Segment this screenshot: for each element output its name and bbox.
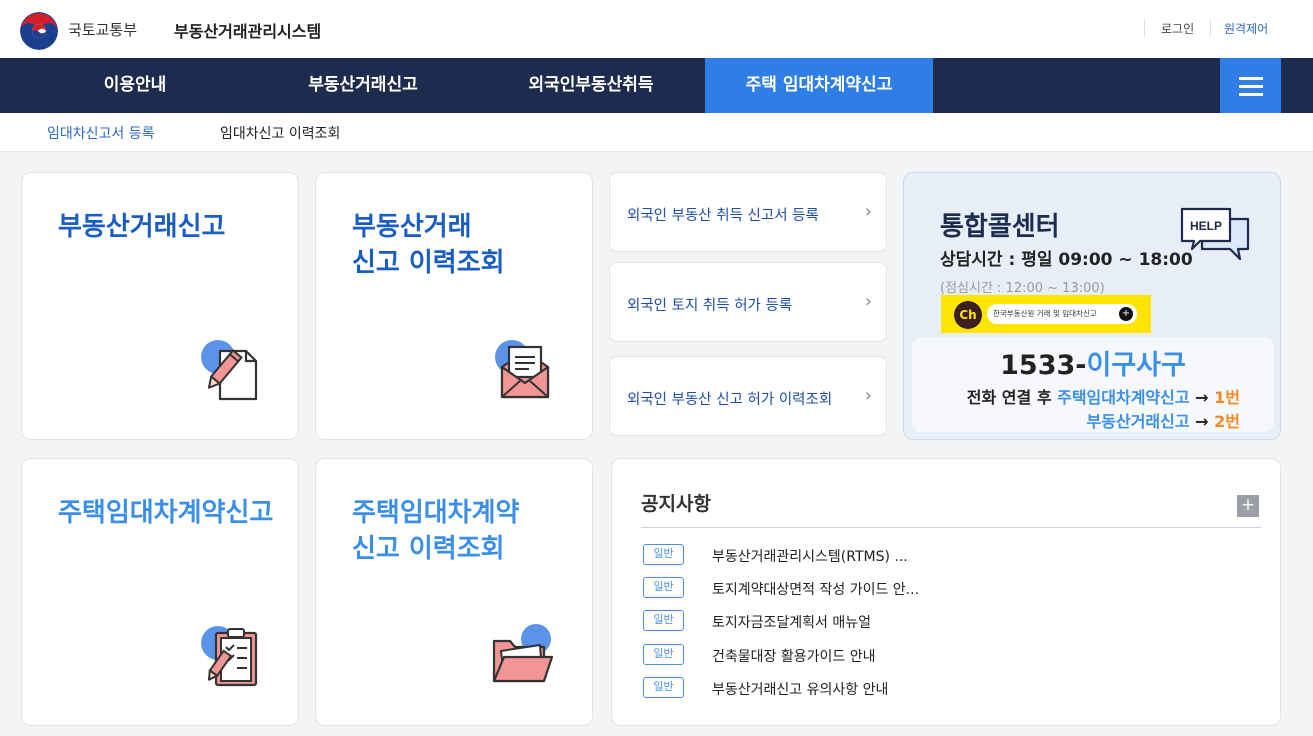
card-real-estate-history[interactable]: 부동산거래 신고 이력조회 — [315, 172, 593, 440]
phone-number: 1533-이구사구 — [1000, 350, 1186, 381]
main-nav: 이용안내 부동산거래신고 외국인부동산취득 주택 임대차계약신고 — [0, 58, 1313, 113]
ministry-name[interactable]: 국토교통부 — [68, 19, 137, 40]
card-title: 부동산거래 신고 이력조회 — [352, 212, 505, 278]
call-center-hours: 상담시간 : 평일 09:00 ~ 18:00 — [940, 250, 1193, 270]
chevron-right-icon: › — [864, 201, 872, 222]
card-lease-report[interactable]: 주택임대차계약신고 — [21, 458, 299, 726]
subnav-lease-history[interactable]: 임대차신고 이력조회 — [220, 123, 340, 143]
notice-text[interactable]: 토지계약대상면적 작성 가이드 안... — [712, 579, 919, 599]
link-foreigner-land-permit[interactable]: 외국인 토지 취득 허가 등록 › — [609, 262, 887, 342]
kakao-channel-icon: Ch — [954, 301, 982, 329]
card-title: 부동산거래신고 — [58, 212, 226, 242]
notice-text[interactable]: 부동산거래관리시스템(RTMS) ... — [712, 546, 908, 566]
subnav-lease-register[interactable]: 임대차신고서 등록 — [47, 123, 155, 143]
help-chat-icon: HELP — [1180, 207, 1250, 261]
notice-text[interactable]: 토지자금조달계획서 매뉴얼 — [712, 612, 871, 632]
nav-item-real-estate-report[interactable]: 부동산거래신고 — [273, 58, 453, 113]
category-badge: 일반 — [643, 610, 684, 631]
kakao-channel-banner[interactable]: Ch 한국부동산원 거래 및 임대차신고 + — [941, 295, 1151, 333]
notice-text[interactable]: 부동산거래신고 유의사항 안내 — [712, 679, 888, 699]
nav-item-guide[interactable]: 이용안내 — [46, 58, 224, 113]
card-title: 주택임대차계약신고 — [58, 498, 274, 528]
login-link[interactable]: 로그인 — [1144, 20, 1194, 37]
clipboard-checklist-icon — [201, 626, 258, 687]
category-badge: 일반 — [643, 544, 684, 565]
system-title[interactable]: 부동산거래관리시스템 — [174, 18, 321, 42]
card-real-estate-report[interactable]: 부동산거래신고 — [21, 172, 299, 440]
hamburger-icon[interactable] — [1220, 58, 1281, 113]
route-real-estate: 부동산거래신고 → 2번 — [1086, 412, 1240, 431]
svg-text:HELP: HELP — [1190, 219, 1222, 233]
card-title: 주택임대차계약 신고 이력조회 — [352, 498, 520, 564]
notice-title: 공지사항 — [641, 493, 711, 515]
category-badge: 일반 — [643, 577, 684, 598]
notice-text[interactable]: 건축물대장 활용가이드 안내 — [712, 646, 875, 666]
notice-divider — [641, 527, 1261, 528]
sub-nav: 임대차신고서 등록 임대차신고 이력조회 — [0, 113, 1313, 152]
kakao-channel-label: 한국부동산원 거래 및 임대차신고 + — [987, 304, 1137, 324]
link-label: 외국인 토지 취득 허가 등록 — [627, 298, 793, 314]
nav-item-foreigner-acquisition[interactable]: 외국인부동산취득 — [498, 58, 684, 113]
card-lease-history[interactable]: 주택임대차계약 신고 이력조회 — [315, 458, 593, 726]
route-lease: 전화 연결 후 주택임대차계약신고 → 1번 — [966, 388, 1240, 407]
phone-info-box: 1533-이구사구 전화 연결 후 주택임대차계약신고 → 1번 부동산거래신고… — [912, 337, 1274, 432]
link-foreigner-permit-history[interactable]: 외국인 부동산 신고 허가 이력조회 › — [609, 356, 887, 436]
category-badge: 일반 — [643, 677, 684, 698]
kakao-add-icon: + — [1119, 307, 1133, 321]
open-folder-icon — [492, 624, 554, 683]
chevron-right-icon: › — [864, 291, 872, 312]
nav-item-lease-report[interactable]: 주택 임대차계약신고 — [705, 58, 933, 113]
notice-panel: 공지사항 + 일반 부동산거래관리시스템(RTMS) ... 일반 토지계약대상… — [611, 458, 1281, 726]
top-header: 국토교통부 부동산거래관리시스템 로그인 원격제어 — [0, 0, 1313, 58]
pencil-document-icon — [201, 340, 258, 401]
call-center-title: 통합콜센터 — [940, 212, 1060, 242]
call-center-lunch: (점심시간 : 12:00 ~ 13:00) — [940, 281, 1105, 296]
notice-more-button[interactable]: + — [1237, 495, 1259, 517]
envelope-document-icon — [495, 340, 550, 399]
chevron-right-icon: › — [864, 385, 872, 406]
ministry-logo-icon[interactable] — [20, 12, 58, 50]
call-center-panel: 통합콜센터 상담시간 : 평일 09:00 ~ 18:00 (점심시간 : 12… — [903, 172, 1281, 440]
remote-control-link[interactable]: 원격제어 — [1210, 20, 1268, 37]
link-label: 외국인 부동산 신고 허가 이력조회 — [627, 392, 833, 408]
category-badge: 일반 — [643, 644, 684, 665]
link-foreigner-acquisition-register[interactable]: 외국인 부동산 취득 신고서 등록 › — [609, 172, 887, 252]
link-label: 외국인 부동산 취득 신고서 등록 — [627, 208, 819, 224]
